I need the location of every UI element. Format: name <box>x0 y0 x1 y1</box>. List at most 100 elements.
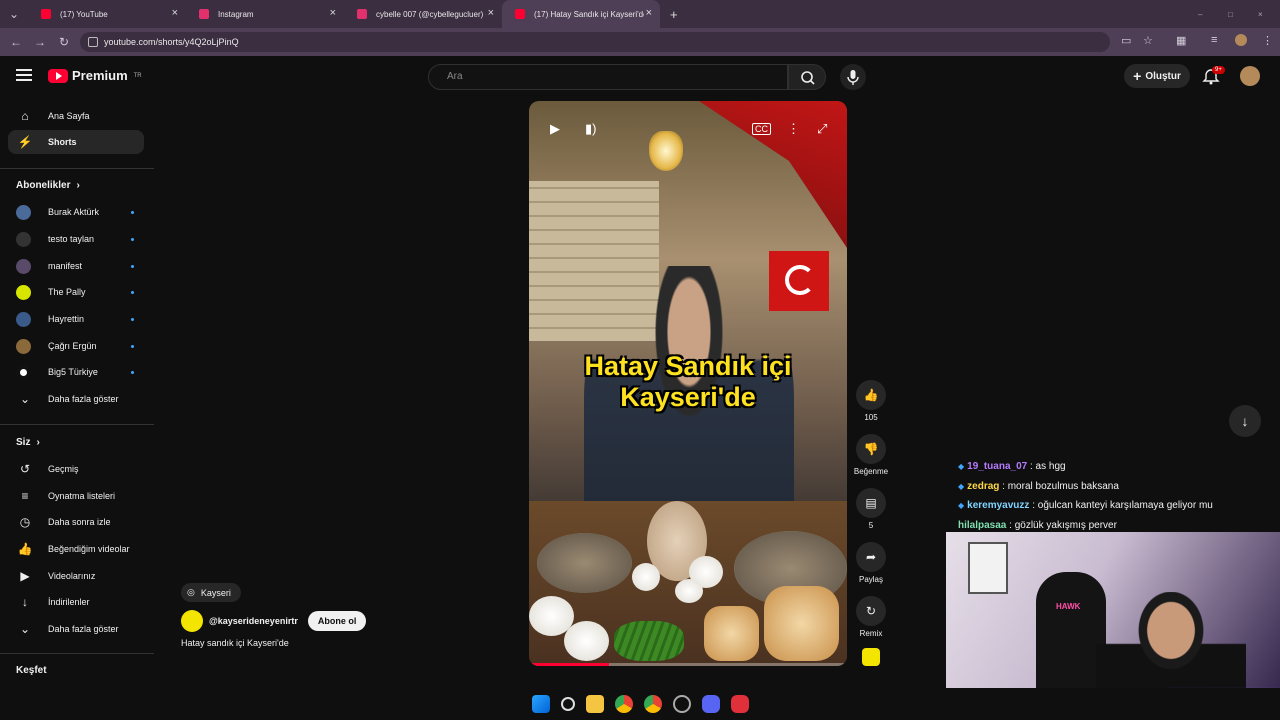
youtube-logo-icon <box>48 68 68 83</box>
youtube-favicon-icon <box>41 9 51 19</box>
app-icon[interactable] <box>730 695 749 713</box>
sidebar-item-label: Oynatma listeleri <box>48 491 116 501</box>
dislike-button[interactable]: 👎 <box>856 434 886 464</box>
volume-icon[interactable]: ▮) <box>585 121 596 137</box>
account-avatar[interactable] <box>1240 66 1260 86</box>
bread <box>704 606 759 661</box>
voice-search-button[interactable] <box>840 64 866 90</box>
sidebar-item-subscription[interactable]: Çağrı Ergün <box>8 334 144 358</box>
sidebar-item-label: testo taylan <box>48 234 95 244</box>
logo-text: Premium <box>72 68 128 83</box>
url-field[interactable]: youtube.com/shorts/y4Q2oLjPinQ <box>80 32 1110 52</box>
close-tab-icon[interactable]: × <box>330 7 336 19</box>
new-content-dot <box>131 318 134 321</box>
extensions-icon[interactable]: ▦ <box>1176 34 1186 47</box>
bookmark-star-icon[interactable]: ☆ <box>1143 34 1153 47</box>
sidebar-item-label: Burak Aktürk <box>48 207 100 217</box>
sidebar-item-label: Daha fazla göster <box>48 624 119 634</box>
share-button[interactable]: ➦ <box>856 542 886 572</box>
back-icon[interactable]: ← <box>4 35 28 49</box>
sidebar-item-history[interactable]: ↺ Geçmiş <box>8 457 144 481</box>
sidebar-item-shorts[interactable]: ⚡ Shorts <box>8 130 144 154</box>
tab-title: Instagram <box>218 9 254 19</box>
location-pin-icon: ◎ <box>187 587 195 597</box>
fullscreen-icon[interactable]: ⤢ <box>817 121 827 137</box>
app-icon[interactable] <box>672 695 691 713</box>
browser-tab[interactable]: (17) YouTube × <box>28 0 186 28</box>
cast-icon[interactable]: ▭ <box>1121 34 1131 47</box>
profile-icon[interactable] <box>1235 34 1247 46</box>
sidebar-item-your-videos[interactable]: ▶ Videolarınız <box>8 564 144 588</box>
sidebar-item-label: Big5 Türkiye <box>48 367 98 377</box>
chat-message: ◆ zedrag : moral bozulmus baksana <box>958 477 1258 497</box>
tab-search-chevron-icon[interactable]: ⌄ <box>0 7 28 21</box>
search-button[interactable] <box>788 64 826 90</box>
minimize-icon[interactable]: – <box>1198 10 1202 19</box>
browser-menu-icon[interactable]: ⋮ <box>1262 34 1273 47</box>
next-short-button[interactable]: ↓ <box>1229 405 1261 437</box>
close-tab-icon[interactable]: × <box>646 7 652 19</box>
microphone-icon <box>847 70 859 85</box>
sidebar-item-show-more[interactable]: ⌄ Daha fazla göster <box>8 387 144 411</box>
sidebar-item-liked-videos[interactable]: 👍 Beğendiğim videolar <box>8 537 144 561</box>
channel-handle[interactable]: @kayserideneyenirtr <box>209 616 298 626</box>
sidebar-item-subscription[interactable]: Big5 Türkiye <box>8 360 144 384</box>
file-explorer-icon[interactable] <box>585 695 604 713</box>
youtube-premium-logo[interactable]: Premium TR <box>48 68 142 83</box>
browser-tab[interactable]: cybelle 007 (@cybellegucluer) • × <box>344 0 502 28</box>
search-icon[interactable] <box>560 697 575 711</box>
create-label: Oluştur <box>1145 70 1181 82</box>
onion <box>632 563 660 591</box>
windows-start-icon[interactable] <box>531 695 550 713</box>
close-tab-icon[interactable]: × <box>172 7 178 19</box>
search-input[interactable]: Ara <box>428 64 788 90</box>
channel-avatar[interactable] <box>181 610 203 632</box>
captions-icon[interactable]: CC <box>752 123 771 135</box>
video-frame-lamp <box>649 131 683 171</box>
sidebar-item-subscription[interactable]: testo taylan <box>8 227 144 251</box>
sidebar-item-subscription[interactable]: The Pally <box>8 280 144 304</box>
youtube-favicon-icon <box>515 9 525 19</box>
sidebar-item-home[interactable]: ⌂ Ana Sayfa <box>8 104 144 128</box>
sidebar-item-show-more[interactable]: ⌄ Daha fazla göster <box>8 617 144 641</box>
sidebar-item-playlists[interactable]: ≡ Oynatma listeleri <box>8 484 144 508</box>
subscriptions-header[interactable]: Abonelikler › <box>16 180 80 191</box>
maximize-icon[interactable]: □ <box>1228 10 1233 19</box>
video-progress-bar[interactable] <box>529 663 847 666</box>
reload-icon[interactable]: ↻ <box>52 35 76 49</box>
more-options-icon[interactable]: ⋮ <box>787 121 800 137</box>
browser-tab[interactable]: Instagram × <box>186 0 344 28</box>
sound-thumbnail[interactable] <box>862 648 880 666</box>
shorts-video-player[interactable]: Hatay Sandık içi Kayseri'de ▶ ▮) CC ⋮ ⤢ <box>529 101 847 666</box>
close-tab-icon[interactable]: × <box>488 7 494 19</box>
sidebar-item-subscription[interactable]: Burak Aktürk <box>8 200 144 224</box>
like-button[interactable]: 👍 <box>856 380 886 410</box>
sidebar-item-watch-later[interactable]: ◷ Daha sonra izle <box>8 510 144 534</box>
window-close-icon[interactable]: × <box>1258 10 1263 19</box>
discord-icon[interactable] <box>701 695 720 713</box>
chrome-icon[interactable] <box>643 695 662 713</box>
sidebar-item-subscription[interactable]: manifest <box>8 254 144 278</box>
site-info-icon[interactable] <box>88 37 98 47</box>
channel-avatar <box>16 312 31 327</box>
media-icon[interactable]: ≡ <box>1211 34 1217 46</box>
new-tab-icon[interactable]: + <box>670 7 678 22</box>
forward-icon[interactable]: → <box>28 35 52 49</box>
subscribe-button[interactable]: Abone ol <box>307 611 367 631</box>
browser-tab-active[interactable]: (17) Hatay Sandık içi Kayseri'de × <box>502 0 660 28</box>
comments-button[interactable]: ▤ <box>856 488 886 518</box>
you-header[interactable]: Siz › <box>16 437 40 448</box>
play-icon[interactable]: ▶ <box>550 121 560 137</box>
hamburger-menu-icon[interactable] <box>14 66 34 86</box>
chat-username: hilalpasaa <box>958 519 1007 531</box>
remix-button[interactable]: ↻ <box>856 596 886 626</box>
sidebar-item-subscription[interactable]: Hayrettin <box>8 307 144 331</box>
create-button[interactable]: + Oluştur <box>1124 64 1190 88</box>
chrome-icon[interactable] <box>614 695 633 713</box>
arrow-down-icon: ↓ <box>1241 413 1249 429</box>
location-chip[interactable]: ◎ Kayseri <box>181 583 241 602</box>
chat-text: : gözlük yakışmış perver <box>1009 519 1117 531</box>
sidebar-item-downloads[interactable]: ↓ İndirilenler <box>8 590 144 614</box>
caption-line: Hatay Sandık içi <box>584 351 792 381</box>
video-title[interactable]: Hatay sandık içi Kayseri'de <box>181 638 289 648</box>
